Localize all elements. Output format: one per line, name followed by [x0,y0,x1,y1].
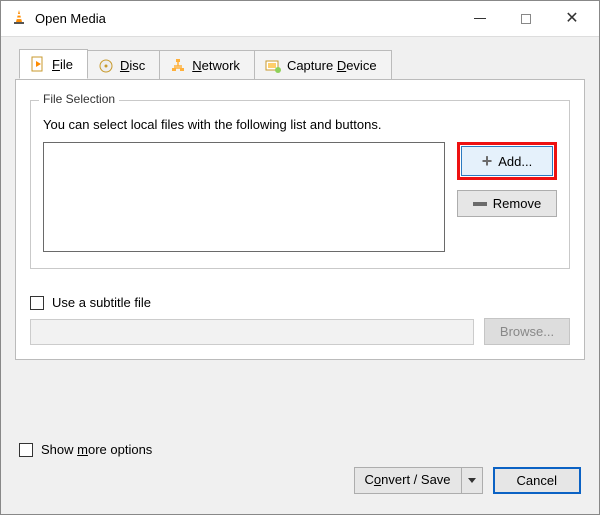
maximize-button[interactable] [503,1,549,36]
close-button[interactable]: ✕ [549,1,595,36]
plus-icon: + [482,152,493,170]
browse-button: Browse... [484,318,570,345]
add-button[interactable]: + Add... [461,146,553,176]
remove-button[interactable]: Remove [457,190,557,217]
convert-save-button[interactable]: Convert / Save [354,467,483,494]
subtitle-checkbox[interactable] [30,296,44,310]
subtitle-checkbox-label: Use a subtitle file [52,295,151,310]
remove-button-label: Remove [493,196,541,211]
convert-save-dropdown[interactable] [462,468,482,493]
tab-label: Capture Device [287,58,377,73]
vlc-cone-icon [11,9,27,28]
titlebar: Open Media ✕ [1,1,599,37]
file-icon [30,56,46,72]
cancel-button[interactable]: Cancel [493,467,581,494]
minimize-button[interactable] [457,1,503,36]
tab-label: File [52,57,73,72]
tab-disc[interactable]: Disc [87,50,160,80]
add-button-label: Add... [498,154,532,169]
file-selection-legend: File Selection [39,92,119,106]
file-list[interactable] [43,142,445,252]
disc-icon [98,58,114,74]
subtitle-path-input [30,319,474,345]
tab-file[interactable]: File [19,49,88,79]
tab-label: Disc [120,58,145,73]
file-selection-group: File Selection You can select local file… [30,100,570,269]
show-more-checkbox[interactable] [19,443,33,457]
show-more-label: Show more options [41,442,152,457]
chevron-down-icon [468,478,476,483]
tab-capture-device[interactable]: Capture Device [254,50,392,80]
capture-device-icon [265,58,281,74]
network-icon [170,58,186,74]
add-button-highlight: + Add... [457,142,557,180]
tab-bar: File Disc [19,49,585,79]
tab-label: Network [192,58,240,73]
tab-network[interactable]: Network [159,50,255,80]
minus-icon [473,202,487,206]
convert-save-label: Convert / Save [355,468,462,493]
window-title: Open Media [35,11,457,26]
file-selection-hint: You can select local files with the foll… [43,117,557,132]
file-panel: File Selection You can select local file… [15,79,585,360]
